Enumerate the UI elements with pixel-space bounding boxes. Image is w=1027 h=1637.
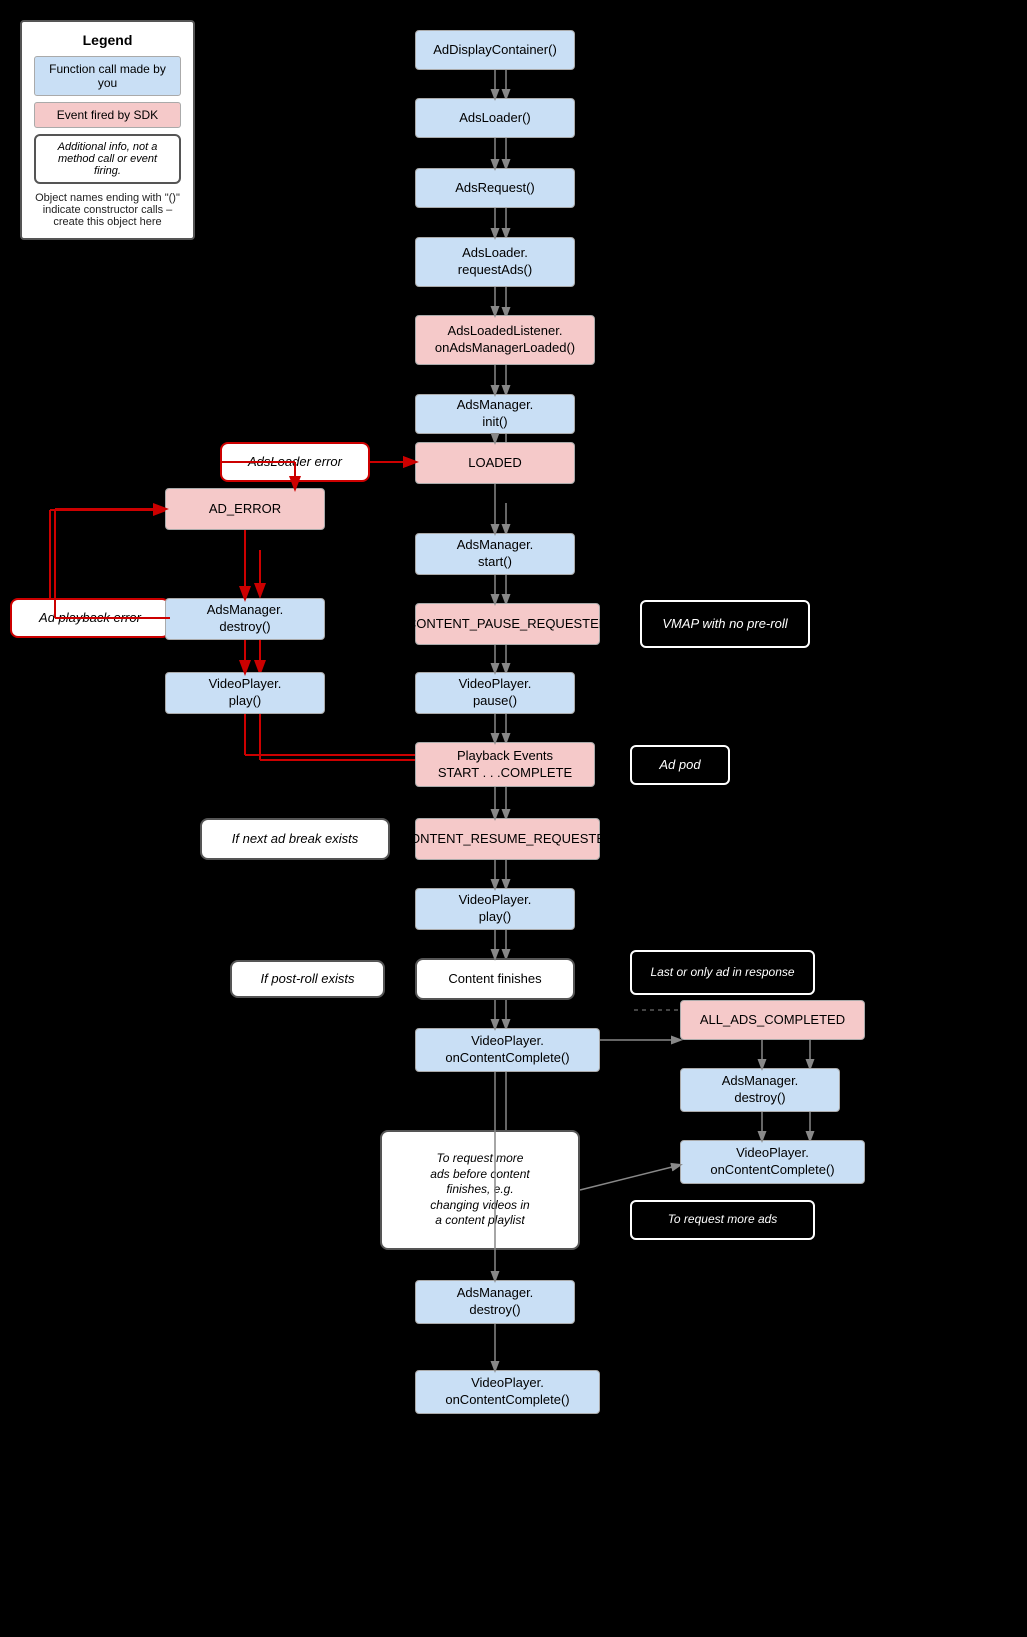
video-player-on-content-complete1-box: VideoPlayer. onContentComplete()	[415, 1028, 600, 1072]
ads-request-box: AdsRequest()	[415, 168, 575, 208]
legend: Legend Function call made by you Event f…	[20, 20, 195, 240]
video-player-play2-box: VideoPlayer. play()	[415, 888, 575, 930]
ads-loaded-listener-box: AdsLoadedListener. onAdsManagerLoaded()	[415, 315, 595, 365]
video-player-pause-box: VideoPlayer. pause()	[415, 672, 575, 714]
ads-manager-destroy1-box: AdsManager. destroy()	[165, 598, 325, 640]
if-post-roll-box: If post-roll exists	[230, 960, 385, 998]
all-ads-completed-box: ALL_ADS_COMPLETED	[680, 1000, 865, 1040]
content-resume-requested-box: CONTENT_RESUME_REQUESTED	[415, 818, 600, 860]
ads-manager-destroy2-box: AdsManager. destroy()	[680, 1068, 840, 1112]
loaded-box: LOADED	[415, 442, 575, 484]
legend-title: Legend	[34, 32, 181, 48]
ads-loader-box: AdsLoader()	[415, 98, 575, 138]
video-player-on-content-complete3-box: VideoPlayer. onContentComplete()	[415, 1370, 600, 1414]
ads-manager-init-box: AdsManager. init()	[415, 394, 575, 434]
last-only-ad-box: Last or only ad in response	[630, 950, 815, 995]
ads-manager-destroy3-box: AdsManager. destroy()	[415, 1280, 575, 1324]
ads-manager-start-box: AdsManager. start()	[415, 533, 575, 575]
video-player-play1-box: VideoPlayer. play()	[165, 672, 325, 714]
diagram-container: Legend Function call made by you Event f…	[0, 0, 1027, 1637]
to-request-more-ads-label-box: To request more ads	[630, 1200, 815, 1240]
ads-loader-error-box: AdsLoader error	[220, 442, 370, 482]
video-player-on-content-complete2-box: VideoPlayer. onContentComplete()	[680, 1140, 865, 1184]
content-pause-requested-box: CONTENT_PAUSE_REQUESTED	[415, 603, 600, 645]
if-next-ad-break-box: If next ad break exists	[200, 818, 390, 860]
legend-event-fired: Event fired by SDK	[34, 102, 181, 128]
legend-note: Object names ending with "()" indicate c…	[34, 192, 181, 228]
to-request-more-ads-note-box: To request more ads before content finis…	[380, 1130, 580, 1250]
ad-pod-box: Ad pod	[630, 745, 730, 785]
playback-events-box: Playback Events START . . .COMPLETE	[415, 742, 595, 787]
legend-additional-info: Additional info, not a method call or ev…	[34, 134, 181, 184]
ad-error-box: AD_ERROR	[165, 488, 325, 530]
legend-function-call: Function call made by you	[34, 56, 181, 96]
ad-playback-error-box: Ad playback error	[10, 598, 170, 638]
content-finishes-box: Content finishes	[415, 958, 575, 1000]
ads-loader-request-ads-box: AdsLoader. requestAds()	[415, 237, 575, 287]
ad-display-container-box: AdDisplayContainer()	[415, 30, 575, 70]
vmap-no-preroll-box: VMAP with no pre-roll	[640, 600, 810, 648]
